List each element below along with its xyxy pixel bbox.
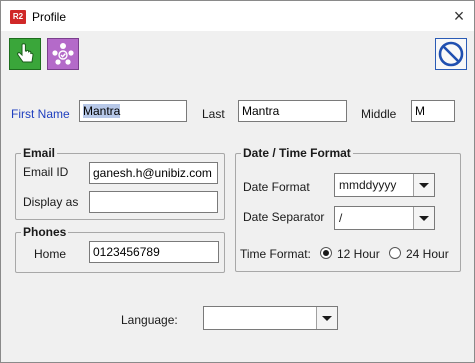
title-bar: R2 Profile × xyxy=(1,1,474,31)
radio-12-hour[interactable] xyxy=(320,247,332,259)
middle-name-label: Middle xyxy=(361,107,397,121)
last-name-label: Last xyxy=(202,107,225,121)
date-separator-value: / xyxy=(339,211,343,225)
chevron-down-icon xyxy=(322,316,332,321)
date-format-value: mmddyyyy xyxy=(339,178,397,192)
radio-24-hour-label[interactable]: 24 Hour xyxy=(406,247,449,261)
app-logo-icon: R2 xyxy=(10,10,26,24)
language-dropdown[interactable] xyxy=(203,306,338,330)
first-name-value: Mantra xyxy=(83,104,121,118)
close-button[interactable]: × xyxy=(448,5,470,27)
display-as-field[interactable] xyxy=(89,191,218,213)
hand-pointer-icon xyxy=(17,43,34,63)
date-separator-dropdown[interactable]: / xyxy=(334,206,435,230)
chevron-down-icon xyxy=(419,183,429,188)
email-group-title: Email xyxy=(21,146,58,160)
users-network-icon xyxy=(52,43,74,65)
cancel-icon xyxy=(438,41,464,67)
date-separator-arrow[interactable] xyxy=(413,207,434,229)
language-arrow[interactable] xyxy=(316,307,337,329)
date-format-label: Date Format xyxy=(243,180,310,194)
profile-window: R2 Profile × First Name Mantra Last Mant… xyxy=(0,0,475,363)
cancel-button[interactable] xyxy=(435,38,467,70)
first-name-field[interactable]: Mantra xyxy=(79,100,187,122)
radio-selected-dot xyxy=(323,250,329,256)
language-label: Language: xyxy=(121,313,178,327)
middle-name-field[interactable]: M xyxy=(411,100,455,122)
date-time-group-title: Date / Time Format xyxy=(241,146,353,160)
phones-group-title: Phones xyxy=(21,225,69,239)
last-name-field[interactable]: Mantra xyxy=(238,100,347,122)
home-phone-label: Home xyxy=(34,247,67,261)
users-network-button[interactable] xyxy=(47,38,79,70)
email-id-label: Email ID xyxy=(23,165,69,179)
first-name-label: First Name xyxy=(11,107,70,121)
date-separator-label: Date Separator xyxy=(243,210,325,224)
display-as-label: Display as xyxy=(23,195,79,209)
chevron-down-icon xyxy=(419,216,429,221)
date-format-arrow[interactable] xyxy=(413,174,434,196)
window-title: Profile xyxy=(32,10,67,24)
date-format-dropdown[interactable]: mmddyyyy xyxy=(334,173,435,197)
home-phone-field[interactable]: 0123456789 xyxy=(89,241,219,263)
radio-12-hour-label[interactable]: 12 Hour xyxy=(337,247,380,261)
radio-24-hour[interactable] xyxy=(389,247,401,259)
time-format-label: Time Format: xyxy=(240,247,311,261)
hand-pointer-button[interactable] xyxy=(9,38,41,70)
email-id-field[interactable]: ganesh.h@unibiz.com xyxy=(89,162,218,184)
